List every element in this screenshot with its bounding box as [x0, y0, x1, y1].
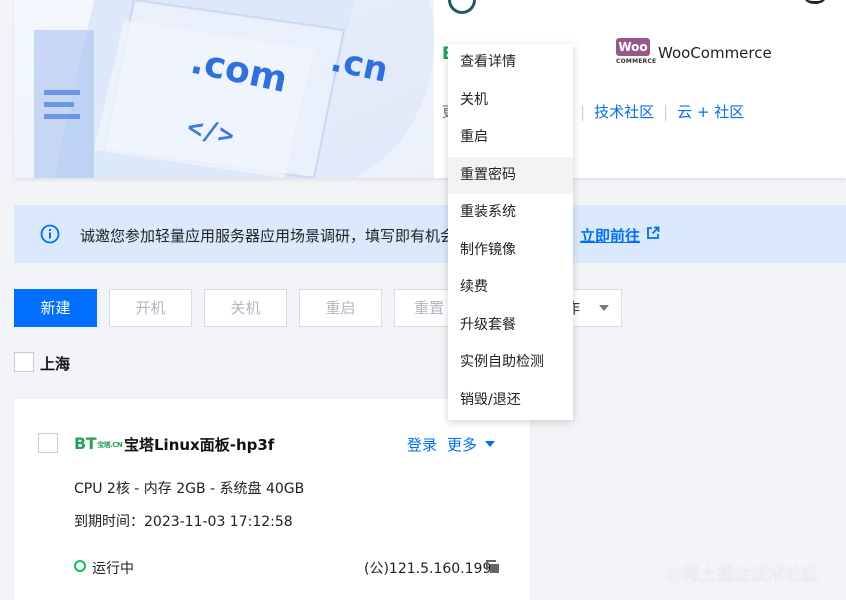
caret-down-icon[interactable]	[485, 441, 495, 447]
caret-down-icon	[599, 305, 609, 311]
partner-logo-icon-2	[804, 0, 826, 4]
instance-status: 运行中	[92, 561, 134, 577]
promo-links: 门|技术社区|云 + 社区	[556, 101, 744, 122]
banner-text: 诚邀您参加轻量应用服务器应用场景调研，填写即有机会	[80, 227, 456, 245]
more-actions-menu: 查看详情 关机 重启 重置密码 重装系统 制作镜像 续费 升级套餐 实例自助检测…	[448, 44, 573, 420]
menu-item-reset-password[interactable]: 重置密码	[448, 156, 573, 194]
bt-logo-suffix: 宝塔.CN	[97, 441, 123, 449]
region-label: 上海	[40, 355, 71, 373]
partner-logo-icon	[448, 0, 476, 14]
menu-item-destroy-return[interactable]: 销毁/退还	[448, 382, 573, 420]
woo-badge-sub: COMMERCE	[616, 58, 657, 65]
instance-checkbox[interactable]	[38, 433, 58, 453]
instance-public-ip: (公)121.5.160.199	[364, 561, 492, 577]
promo-link-cloud-community[interactable]: 云 + 社区	[677, 103, 744, 121]
promo-illustration: .com .cn </>	[14, 0, 434, 178]
bt-logo-text: BT	[74, 434, 97, 453]
divider: |	[580, 103, 586, 121]
instance-card: BT宝塔.CN 宝塔Linux面板-hp3f 登录 更多 CPU 2核 - 内存…	[14, 399, 530, 600]
woo-badge-text: Woo	[616, 38, 650, 56]
bt-panel-logo-icon: BT宝塔.CN	[74, 434, 123, 453]
banner-go-link[interactable]: 立即前往	[580, 225, 640, 246]
promo-banner: .com .cn </> B 更 Woo COMMERCE WooCommerc…	[14, 0, 846, 178]
info-icon	[40, 224, 60, 244]
login-link[interactable]: 登录	[407, 434, 437, 455]
woocommerce-label[interactable]: WooCommerce	[658, 44, 772, 62]
new-instance-button[interactable]: 新建	[14, 289, 97, 327]
menu-item-renew[interactable]: 续费	[448, 269, 573, 307]
menu-item-view-details[interactable]: 查看详情	[448, 44, 573, 82]
menu-item-upgrade-plan[interactable]: 升级套餐	[448, 307, 573, 345]
instance-expire-time: 到期时间：2023-11-03 17:12:58	[74, 514, 293, 530]
instance-spec: CPU 2核 - 内存 2GB - 系统盘 40GB	[74, 481, 305, 497]
menu-item-restart[interactable]: 重启	[448, 119, 573, 157]
running-status-icon	[74, 560, 86, 572]
survey-notice-banner: 诚邀您参加轻量应用服务器应用场景调研，填写即有机会 立即前往	[14, 205, 846, 263]
restart-button[interactable]: 重启	[299, 289, 382, 327]
stop-button[interactable]: 关机	[204, 289, 287, 327]
woocommerce-logo-icon: Woo COMMERCE	[616, 38, 657, 68]
menu-item-shutdown[interactable]: 关机	[448, 82, 573, 120]
start-button[interactable]: 开机	[109, 289, 192, 327]
more-actions-link[interactable]: 更多	[447, 434, 477, 455]
instance-name[interactable]: 宝塔Linux面板-hp3f	[124, 434, 274, 455]
external-link-icon[interactable]	[646, 226, 660, 240]
watermark: @稀土掘金技术社区	[666, 565, 819, 585]
divider: |	[663, 103, 669, 121]
menu-item-reinstall-system[interactable]: 重装系统	[448, 194, 573, 232]
menu-item-create-image[interactable]: 制作镜像	[448, 232, 573, 270]
copy-icon[interactable]	[486, 560, 500, 574]
promo-link-tech-community[interactable]: 技术社区	[594, 103, 654, 121]
region-select-all-checkbox[interactable]	[14, 352, 34, 372]
menu-item-self-check[interactable]: 实例自助检测	[448, 344, 573, 382]
